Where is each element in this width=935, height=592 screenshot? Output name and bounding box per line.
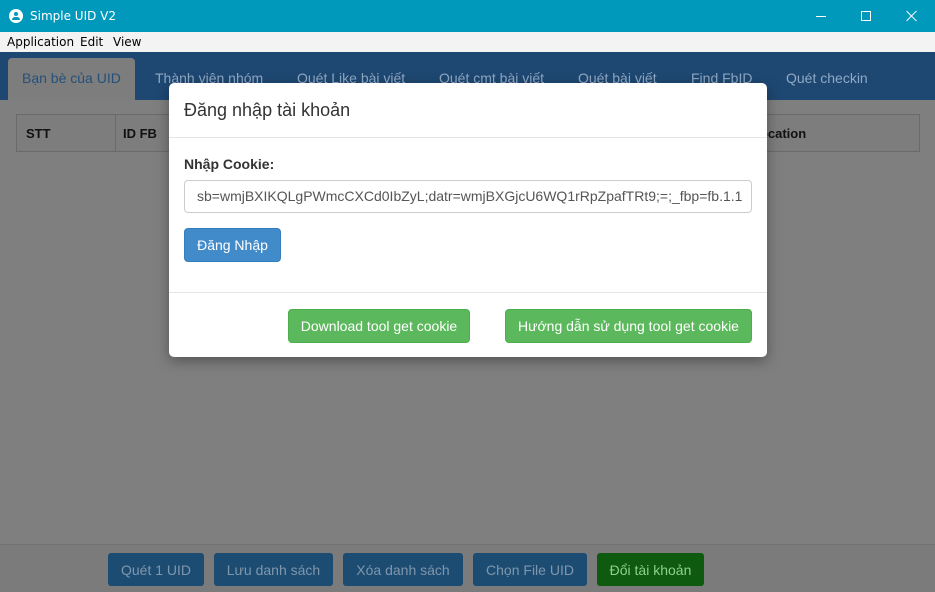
login-button[interactable]: Đăng Nhập <box>184 228 281 262</box>
dialog-header: Đăng nhập tài khoản <box>169 83 767 138</box>
minimize-button[interactable] <box>798 0 844 32</box>
maximize-icon <box>861 11 871 21</box>
scan-one-uid-button[interactable]: Quét 1 UID <box>108 553 204 586</box>
menu-edit[interactable]: Edit <box>80 35 103 49</box>
delete-list-button[interactable]: Xóa danh sách <box>343 553 463 586</box>
tab-quet-checkin[interactable]: Quét checkin <box>772 58 882 100</box>
save-list-button[interactable]: Lưu danh sách <box>214 553 333 586</box>
close-icon <box>906 10 918 22</box>
dialog-footer: Download tool get cookie Hướng dẫn sử dụ… <box>169 292 767 357</box>
column-divider <box>115 115 116 151</box>
window-title: Simple UID V2 <box>30 9 117 23</box>
download-tool-button[interactable]: Download tool get cookie <box>288 309 470 343</box>
menu-bar: Application Edit View <box>0 32 935 52</box>
usage-guide-button[interactable]: Hướng dẫn sử dụng tool get cookie <box>505 309 752 343</box>
column-stt[interactable]: STT <box>26 126 51 141</box>
bottom-toolbar: Quét 1 UID Lưu danh sách Xóa danh sách C… <box>0 544 935 592</box>
minimize-icon <box>816 15 826 17</box>
cookie-input-value: sb=wmjBXIKQLgPWmcCXCd0IbZyL;datr=wmjBXGj… <box>197 188 743 204</box>
title-bar: Simple UID V2 <box>0 0 935 32</box>
maximize-button[interactable] <box>843 0 889 32</box>
switch-account-button[interactable]: Đổi tài khoản <box>597 553 704 586</box>
close-button[interactable] <box>889 0 935 32</box>
menu-application[interactable]: Application <box>7 35 74 49</box>
choose-uid-file-button[interactable]: Chọn File UID <box>473 553 587 586</box>
tab-ban-be-cua-uid[interactable]: Bạn bè của UID <box>8 58 135 100</box>
user-app-icon <box>9 9 23 23</box>
menu-view[interactable]: View <box>113 35 141 49</box>
cookie-label: Nhập Cookie: <box>184 156 275 172</box>
dialog-title: Đăng nhập tài khoản <box>184 100 351 120</box>
column-id-fb[interactable]: ID FB <box>123 126 157 141</box>
cookie-input[interactable]: sb=wmjBXIKQLgPWmcCXCd0IbZyL;datr=wmjBXGj… <box>184 180 752 213</box>
login-dialog: Đăng nhập tài khoản Nhập Cookie: sb=wmjB… <box>169 83 767 357</box>
